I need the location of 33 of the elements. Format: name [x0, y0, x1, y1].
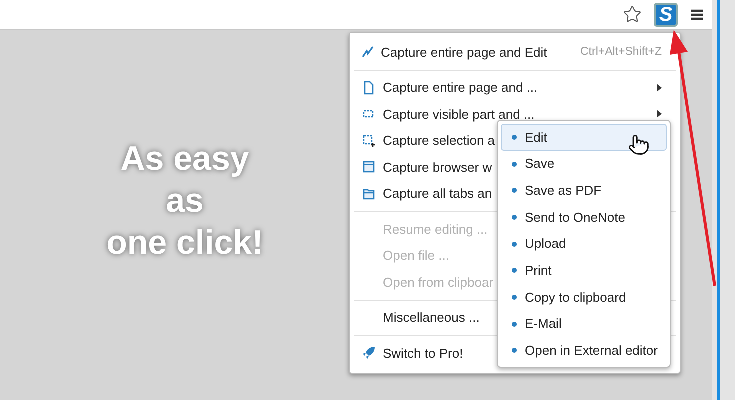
slogan-line: one click!: [106, 223, 264, 264]
hand-cursor-icon: [628, 134, 650, 156]
extension-button[interactable]: S: [654, 2, 678, 26]
selection-icon: [362, 134, 376, 148]
bullet-icon: [512, 268, 517, 274]
bullet-icon: [512, 242, 517, 247]
submenu-item[interactable]: Send to OneNote: [501, 204, 667, 231]
bullet-icon: [512, 214, 517, 220]
menu-icon[interactable]: [690, 8, 704, 22]
menu-item[interactable]: Capture entire page and Edit Ctrl+Alt+Shift+Z: [354, 39, 676, 66]
submenu-item[interactable]: Edit: [501, 124, 667, 151]
shortcut-label: Ctrl+Alt+Shift+Z: [580, 44, 662, 60]
window-icon: [362, 160, 376, 174]
star-icon[interactable]: [623, 5, 642, 24]
submenu-item[interactable]: Open in External editor: [501, 338, 667, 364]
submenu-item[interactable]: Upload: [501, 230, 667, 258]
menu-item[interactable]: Miscellaneous ...: [354, 304, 494, 331]
folder-icon: [362, 186, 376, 201]
menu-item[interactable]: Switch to Pro!: [354, 340, 478, 366]
bullet-icon: [512, 162, 517, 167]
lightning-icon: [362, 46, 374, 58]
slogan-line: as: [166, 181, 204, 222]
menu-item[interactable]: Capture entire page and ...: [354, 74, 676, 101]
submenu-item[interactable]: Print: [501, 257, 667, 284]
submenu-item[interactable]: E-Mail: [501, 310, 667, 338]
submenu-item[interactable]: Copy to clipboard: [501, 284, 667, 311]
rocket-icon: [362, 346, 376, 360]
bullet-icon: [512, 294, 517, 300]
bullet-icon: [512, 134, 517, 140]
slogan-line: As easy: [120, 139, 250, 180]
bullet-icon: [512, 348, 517, 354]
bullet-icon: [512, 322, 517, 327]
bullet-icon: [512, 188, 517, 194]
